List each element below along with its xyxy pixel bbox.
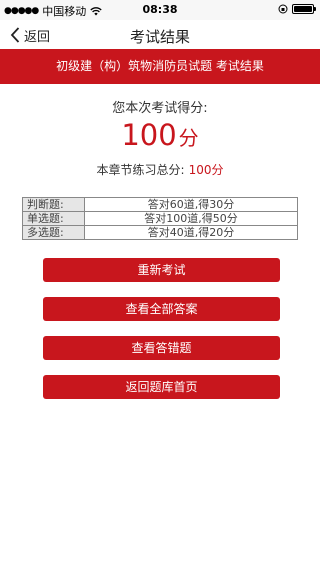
question-result: 答对40道,得20分 xyxy=(84,225,298,240)
chapter-total: 本章节练习总分: 100分 xyxy=(0,161,320,178)
total-label: 本章节练习总分: xyxy=(96,163,185,177)
view-all-answers-button[interactable]: 查看全部答案 xyxy=(43,297,280,321)
table-row: 单选题: 答对100道,得50分 xyxy=(22,211,298,226)
retake-exam-button[interactable]: 重新考试 xyxy=(43,258,280,282)
score-breakdown-table: 判断题: 答对60道,得30分 单选题: 答对100道,得50分 多选题: 答对… xyxy=(22,197,298,240)
score-unit: 分 xyxy=(178,126,199,150)
question-result: 答对100道,得50分 xyxy=(84,211,298,226)
exam-title-banner: 初级建（构）筑物消防员试题 考试结果 xyxy=(0,49,320,84)
back-to-home-button[interactable]: 返回题库首页 xyxy=(43,375,280,399)
page-title: 考试结果 xyxy=(129,28,190,46)
view-wrong-answers-button[interactable]: 查看答错题 xyxy=(43,336,280,360)
score-number: 100 xyxy=(121,118,177,152)
question-type: 多选题: xyxy=(22,225,85,240)
navigation-bar: 返回 考试结果 xyxy=(0,20,320,49)
table-row: 多选题: 答对40道,得20分 xyxy=(22,225,298,240)
question-type: 判断题: xyxy=(22,197,85,212)
score-display: 100 分 xyxy=(0,118,320,152)
battery-icon xyxy=(292,4,316,14)
total-value: 100分 xyxy=(188,163,224,177)
rotation-lock-icon xyxy=(278,4,288,14)
clock: 08:38 xyxy=(142,3,178,16)
question-result: 答对60道,得30分 xyxy=(84,197,298,212)
question-type: 单选题: xyxy=(22,211,85,226)
status-bar: ●●●●● 中国移动 08:38 xyxy=(0,0,320,20)
score-label: 您本次考试得分: xyxy=(112,101,208,116)
table-row: 判断题: 答对60道,得30分 xyxy=(22,197,298,212)
